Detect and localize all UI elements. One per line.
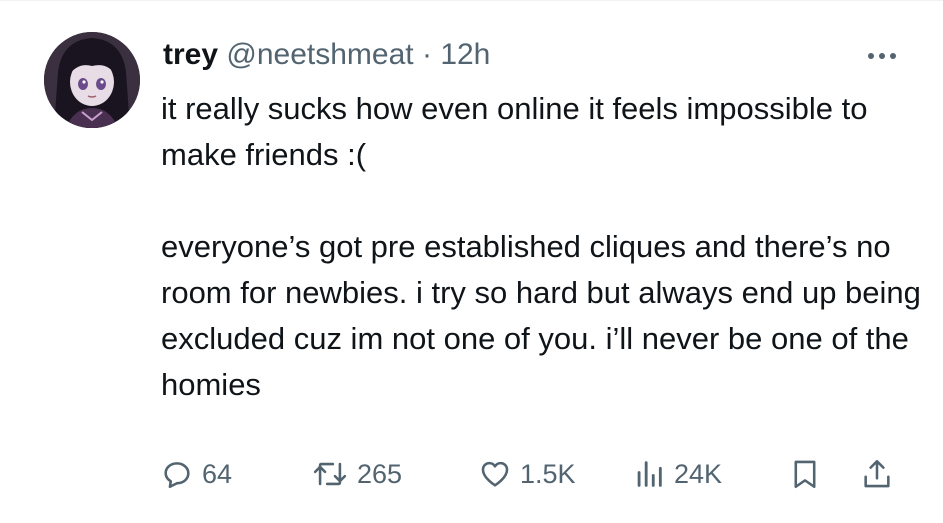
top-divider bbox=[0, 0, 943, 1]
share-icon bbox=[864, 459, 890, 488]
user-handle[interactable]: @neetshmeat bbox=[226, 38, 413, 71]
heart-icon bbox=[481, 461, 509, 487]
more-icon-dot bbox=[879, 53, 885, 59]
more-icon-dot bbox=[890, 53, 896, 59]
repost-icon bbox=[313, 462, 347, 486]
reply-icon bbox=[164, 462, 190, 489]
avatar[interactable] bbox=[44, 32, 140, 128]
display-name[interactable]: trey bbox=[163, 38, 218, 71]
more-options-button[interactable] bbox=[860, 44, 904, 68]
tweet-paragraph: everyone’s got pre established cliques a… bbox=[161, 229, 921, 402]
views-button[interactable]: 24K bbox=[632, 450, 722, 498]
view-count: 24K bbox=[674, 458, 723, 489]
bookmark-button[interactable] bbox=[788, 450, 822, 498]
bookmark-icon bbox=[794, 460, 816, 489]
tweet-text: it really sucks how even online it feels… bbox=[161, 86, 921, 408]
tweet-header: trey @neetshmeat · 12h bbox=[163, 36, 490, 74]
action-bar: 64 265 1.5K 24K bbox=[160, 450, 920, 498]
share-button[interactable] bbox=[860, 450, 894, 498]
repost-count: 265 bbox=[357, 458, 403, 489]
reply-button[interactable]: 64 bbox=[160, 450, 232, 498]
like-count: 1.5K bbox=[520, 458, 576, 489]
tweet-paragraph: it really sucks how even online it feels… bbox=[161, 91, 868, 172]
reply-count: 64 bbox=[202, 458, 233, 489]
like-button[interactable]: 1.5K bbox=[478, 450, 576, 498]
repost-button[interactable]: 265 bbox=[311, 450, 402, 498]
more-icon bbox=[868, 53, 874, 59]
avatar-image bbox=[44, 32, 140, 128]
separator-dot: · bbox=[421, 38, 432, 71]
timestamp[interactable]: 12h bbox=[440, 38, 490, 71]
views-icon bbox=[637, 461, 662, 487]
